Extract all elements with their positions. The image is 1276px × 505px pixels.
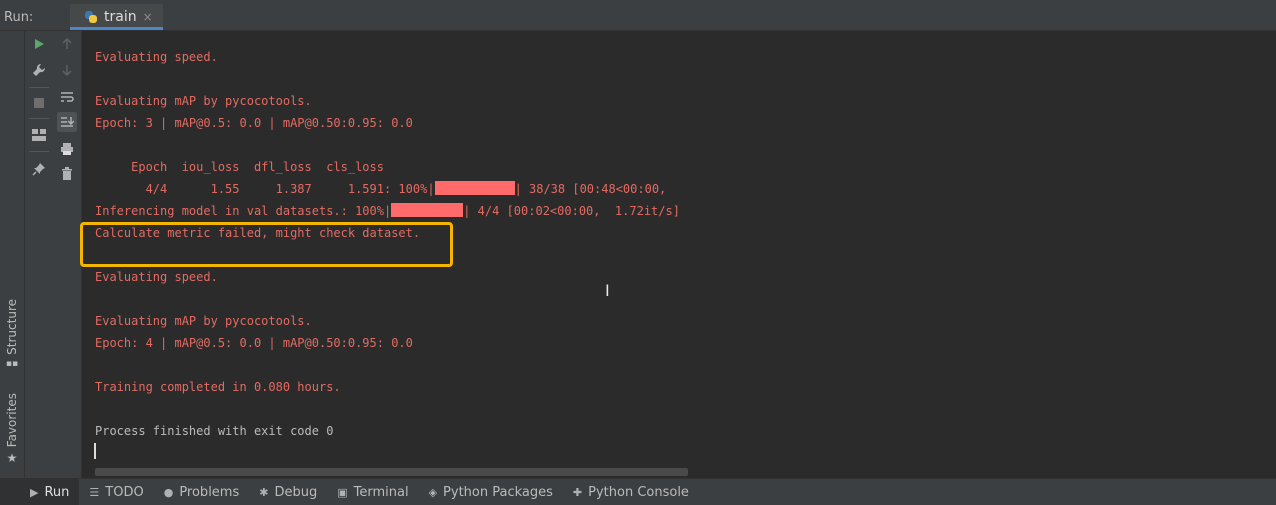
- tab-debug[interactable]: ✱ Debug: [249, 479, 327, 505]
- info-icon: ●: [163, 485, 174, 499]
- horizontal-scrollbar[interactable]: [95, 468, 688, 476]
- console-tools-column: [53, 31, 81, 478]
- tab-terminal-label: Terminal: [353, 484, 409, 500]
- python-icon: ✚: [572, 485, 583, 499]
- console-line: Evaluating mAP by pycocotools.: [95, 314, 312, 328]
- bottom-tool-bar: ▶ Run ☰ TODO ● Problems ✱ Debug ▣ Termin…: [0, 478, 1276, 505]
- training-progress-line: 4/4 1.55 1.387 1.591: 100%| | 38/38 [00:4…: [95, 181, 666, 197]
- tab-train[interactable]: train ×: [70, 4, 163, 30]
- stop-icon[interactable]: [29, 93, 49, 113]
- highlight-box: [80, 222, 453, 267]
- soft-wrap-icon[interactable]: [57, 87, 77, 107]
- tab-terminal[interactable]: ▣ Terminal: [327, 479, 418, 505]
- inference-progress-line: Inferencing model in val datasets.: 100%…: [95, 203, 680, 219]
- layers-icon: ◈: [428, 485, 438, 499]
- progress-suffix: | 38/38 [00:48<00:00,: [514, 182, 667, 196]
- tab-problems[interactable]: ● Problems: [154, 479, 250, 505]
- list-icon: ☰: [89, 485, 100, 499]
- favorites-tab-label: Favorites: [5, 393, 19, 448]
- tab-python-packages-label: Python Packages: [443, 484, 553, 500]
- progress-prefix: 4/4 1.55 1.387 1.591: 100%|: [95, 182, 435, 196]
- inference-prefix: Inferencing model in val datasets.: 100%…: [95, 204, 392, 218]
- star-icon: ★: [6, 451, 18, 466]
- tab-run-label: Run: [44, 484, 70, 500]
- arrow-down-icon[interactable]: [57, 60, 77, 80]
- console-line: Epoch: 3 | mAP@0.5: 0.0 | mAP@0.50:0.95:…: [95, 116, 413, 130]
- console-line: Evaluating speed.: [95, 270, 218, 284]
- progress-bar: [391, 203, 464, 217]
- scroll-to-end-icon[interactable]: [57, 112, 77, 132]
- play-icon: ▶: [30, 485, 39, 499]
- close-icon[interactable]: ×: [143, 10, 153, 24]
- run-tools-column: [25, 31, 53, 478]
- layout-icon[interactable]: [29, 125, 49, 145]
- play-icon[interactable]: [29, 34, 49, 54]
- structure-tab-label: Structure: [5, 299, 19, 355]
- favorites-tab[interactable]: Favorites ★: [2, 393, 22, 465]
- console-line: Epoch: 4 | mAP@0.5: 0.0 | mAP@0.50:0.95:…: [95, 336, 413, 350]
- console-line: Evaluating mAP by pycocotools.: [95, 94, 312, 108]
- bug-icon: ✱: [259, 485, 269, 499]
- progress-bar: [434, 181, 515, 195]
- console-line: Training completed in 0.080 hours.: [95, 380, 341, 394]
- tab-todo[interactable]: ☰ TODO: [79, 479, 153, 505]
- pin-icon[interactable]: [29, 159, 49, 179]
- print-icon[interactable]: [57, 139, 77, 159]
- tab-debug-label: Debug: [274, 484, 318, 500]
- console-line: Epoch iou_loss dfl_loss cls_loss: [95, 160, 384, 174]
- tab-todo-label: TODO: [105, 484, 144, 500]
- left-tool-strip: Structure ▪▪ Favorites ★: [0, 31, 25, 478]
- inference-suffix: | 4/4 [00:02<00:00, 1.72it/s]: [463, 204, 680, 218]
- exit-line: Process finished with exit code 0: [95, 424, 334, 438]
- python-icon: [84, 10, 98, 24]
- run-toolbar: Run: train ×: [0, 4, 1276, 31]
- text-cursor-icon: I: [605, 281, 610, 300]
- run-label: Run:: [4, 9, 34, 25]
- tab-python-packages[interactable]: ◈ Python Packages: [419, 479, 563, 505]
- tab-python-console-label: Python Console: [588, 484, 689, 500]
- tab-python-console[interactable]: ✚ Python Console: [563, 479, 699, 505]
- terminal-icon: ▣: [337, 485, 348, 499]
- trash-icon[interactable]: [57, 164, 77, 184]
- wrench-icon[interactable]: [29, 60, 49, 80]
- tab-train-label: train: [104, 9, 137, 25]
- structure-tab[interactable]: Structure ▪▪: [2, 299, 22, 369]
- tab-run[interactable]: ▶ Run: [0, 479, 80, 505]
- tab-problems-label: Problems: [179, 484, 240, 500]
- structure-icon: ▪▪: [5, 358, 19, 369]
- text-caret: [94, 443, 96, 459]
- console-line: Evaluating speed.: [95, 50, 218, 64]
- arrow-up-icon[interactable]: [57, 34, 77, 54]
